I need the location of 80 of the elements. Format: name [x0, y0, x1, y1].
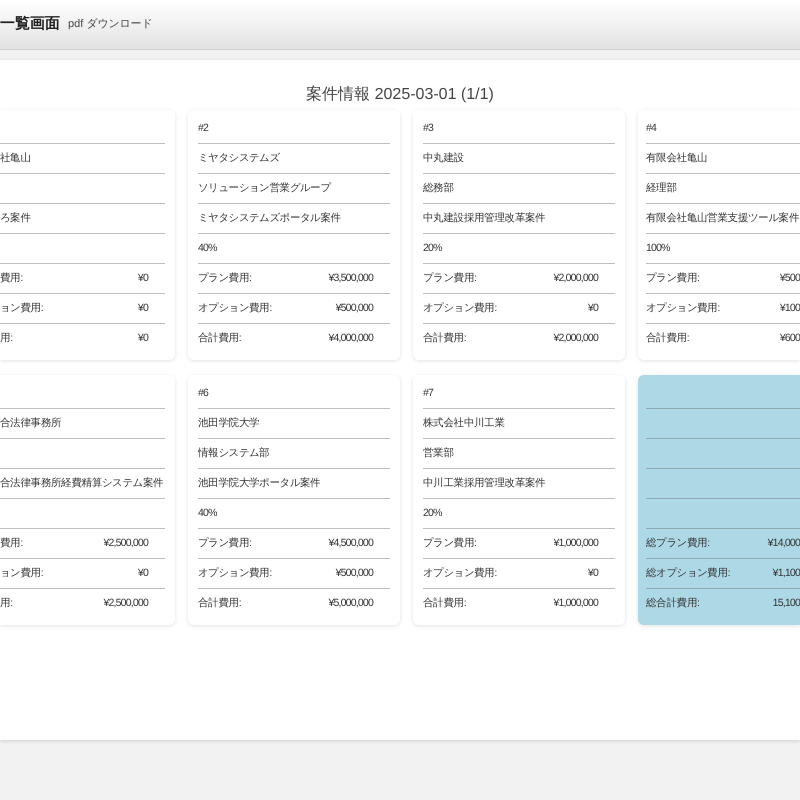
cost-value: ¥2,000,000 — [553, 270, 598, 286]
cost-label: 費用: — [0, 270, 23, 286]
cost-label: プラン費用: — [646, 270, 700, 286]
total-label: 総合計費用: — [646, 596, 700, 612]
progress-percent: 20% — [423, 506, 442, 521]
page-title: 一覧画面 — [0, 14, 60, 34]
cost-value: ¥0 — [138, 566, 148, 581]
total-value: ¥14,000 — [768, 536, 800, 551]
cost-value: ¥1,000,000 — [553, 536, 598, 551]
cost-value: ¥5,000,000 — [328, 596, 373, 612]
cost-label: オプション費用: — [423, 300, 497, 316]
project-name: 合法律事務所経費精算システム案件 — [0, 476, 164, 491]
project-number: #3 — [423, 120, 434, 136]
company-name: 有限会社亀山 — [646, 150, 708, 166]
cost-label: 費用: — [0, 536, 23, 551]
pdf-download-link[interactable]: pdf ダウンロード — [68, 16, 152, 33]
total-label: 総プラン費用: — [646, 536, 710, 551]
cost-label: ョン費用: — [0, 300, 43, 316]
cost-label: オプション費用: — [646, 300, 720, 316]
cost-label: 用: — [0, 331, 12, 346]
progress-percent: 100% — [646, 240, 670, 256]
project-number: #6 — [198, 386, 208, 401]
company-name: 株式会社中川工業 — [423, 416, 505, 431]
department-name: 情報システム部 — [198, 446, 270, 461]
cost-label: プラン費用: — [423, 536, 476, 551]
cost-value: ¥500 — [780, 270, 800, 286]
progress-percent: 40% — [198, 506, 217, 521]
cost-value: ¥500,000 — [336, 566, 373, 581]
cost-value: ¥0 — [588, 566, 598, 581]
cost-value: ¥0 — [588, 300, 598, 316]
total-value: 15,100 — [772, 596, 800, 612]
cost-label: ョン費用: — [0, 566, 43, 581]
cost-label: プラン費用: — [423, 270, 476, 286]
company-name: 合法律事務所 — [0, 416, 62, 431]
cost-value: ¥100 — [780, 300, 800, 316]
cost-label: 合計費用: — [198, 596, 241, 612]
cost-value: ¥0 — [138, 331, 148, 346]
cost-label: 合計費用: — [646, 331, 689, 346]
progress-percent: 40% — [198, 240, 217, 256]
project-name: ミヤタシステムズポータル案件 — [198, 210, 341, 226]
progress-percent: 20% — [423, 240, 442, 256]
cost-label: オプション費用: — [423, 566, 497, 581]
total-value: ¥1,100 — [772, 566, 800, 581]
company-name: ミヤタシステムズ — [198, 150, 280, 166]
project-number: #4 — [646, 120, 656, 136]
cost-value: ¥2,000,000 — [553, 331, 598, 346]
project-name: 中丸建設採用管理改革案件 — [423, 210, 546, 226]
project-name: 有限会社亀山営業支援ツール案件 — [646, 210, 800, 226]
project-name: ろ案件 — [0, 210, 31, 226]
cost-label: 合計費用: — [198, 331, 241, 346]
department-name: 経理部 — [646, 180, 677, 196]
cost-value: ¥0 — [138, 270, 148, 286]
cost-label: プラン費用: — [198, 536, 252, 551]
company-name: 中丸建設 — [423, 150, 464, 166]
cost-label: プラン費用: — [198, 270, 252, 286]
cost-value: ¥500,000 — [336, 300, 373, 316]
cost-value: ¥4,000,000 — [328, 331, 373, 346]
cost-label: 用: — [0, 596, 12, 612]
cost-value: ¥2,500,000 — [103, 596, 148, 612]
project-name: 池田学院大学ポータル案件 — [198, 476, 320, 491]
company-name: 池田学院大学 — [198, 416, 260, 431]
total-label: 総オプション費用: — [646, 566, 730, 581]
company-name: 社亀山 — [0, 150, 31, 166]
report-title: 案件情報 2025-03-01 (1/1) — [306, 84, 494, 105]
cost-label: オプション費用: — [198, 300, 272, 316]
project-number: #7 — [423, 386, 434, 401]
department-name: 総務部 — [423, 180, 454, 196]
cost-value: ¥2,500,000 — [103, 536, 148, 551]
cost-value: ¥3,500,000 — [328, 270, 373, 286]
department-name: ソリューション営業グループ — [198, 180, 331, 196]
cost-label: 合計費用: — [423, 331, 466, 346]
project-number: #2 — [198, 120, 208, 136]
cost-value: ¥4,500,000 — [328, 536, 373, 551]
department-name: 営業部 — [423, 446, 454, 461]
project-name: 中川工業採用管理改革案件 — [423, 476, 546, 491]
cost-value: ¥600 — [780, 331, 800, 346]
cost-label: 合計費用: — [423, 596, 466, 612]
cost-label: オプション費用: — [198, 566, 272, 581]
cost-value: ¥0 — [138, 300, 148, 316]
cost-value: ¥1,000,000 — [553, 596, 598, 612]
